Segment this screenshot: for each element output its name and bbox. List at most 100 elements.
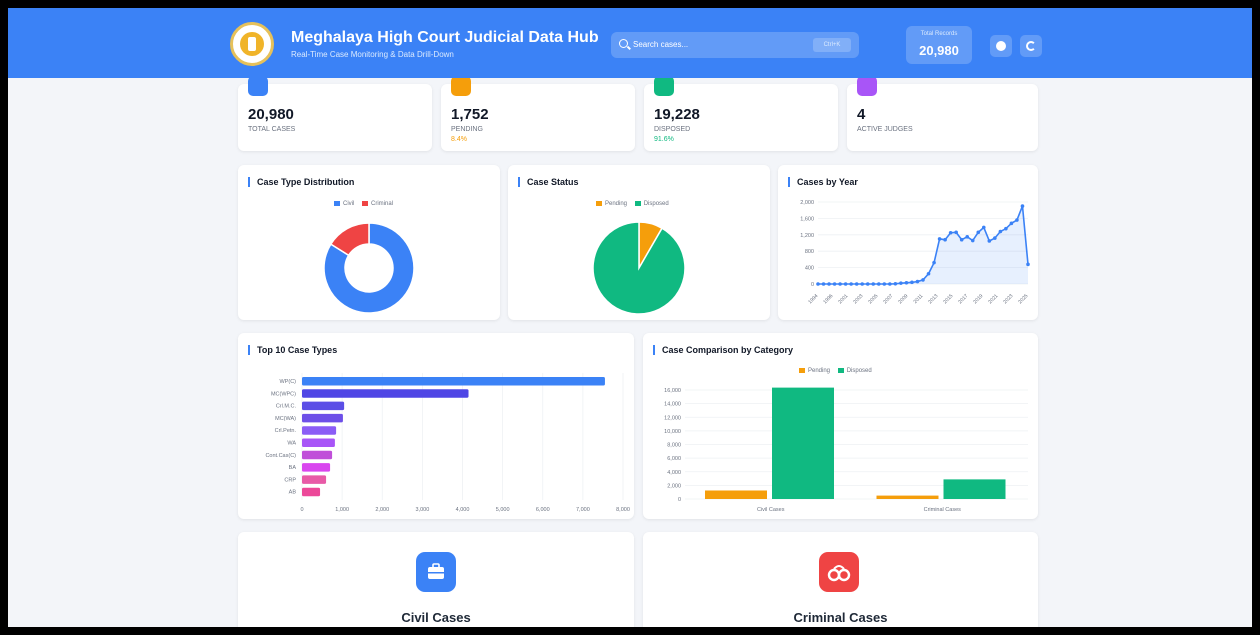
x-tick-label: 2013	[927, 293, 939, 305]
data-point[interactable]	[904, 280, 909, 285]
bar[interactable]	[943, 479, 1006, 499]
bar[interactable]	[302, 438, 335, 448]
data-point[interactable]	[959, 237, 964, 242]
data-point[interactable]	[981, 225, 986, 230]
x-tick-label: 2017	[957, 293, 969, 305]
y-tick-label: 10,000	[664, 429, 681, 435]
y-tick-label: 12,000	[664, 415, 681, 421]
y-tick-label: 2,000	[667, 483, 681, 489]
data-point[interactable]	[965, 235, 970, 239]
y-tick-label: 800	[805, 249, 814, 255]
bar[interactable]	[302, 389, 469, 398]
refresh-icon	[1026, 41, 1036, 51]
search-input[interactable]: Search cases... Ctrl+K	[611, 32, 859, 58]
civil-cases-card[interactable]: Civil Cases	[238, 532, 634, 627]
data-point[interactable]	[843, 282, 848, 286]
data-point[interactable]	[899, 281, 903, 285]
file-icon	[248, 76, 268, 96]
bar[interactable]	[876, 495, 939, 499]
x-tick-label: 4,000	[456, 507, 470, 513]
data-point[interactable]	[921, 278, 925, 282]
category-title: Civil Cases	[401, 610, 471, 625]
refresh-button[interactable]	[1020, 35, 1042, 57]
pie-slice[interactable]	[592, 221, 686, 315]
data-point[interactable]	[827, 282, 831, 286]
x-tick-label: 1996	[822, 293, 834, 305]
bar[interactable]	[302, 401, 345, 411]
data-point[interactable]	[987, 239, 992, 243]
bar[interactable]	[302, 487, 321, 497]
data-point[interactable]	[876, 282, 881, 286]
bar[interactable]	[302, 450, 333, 460]
y-tick-label: 1,600	[800, 216, 814, 222]
area-fill[interactable]	[818, 206, 1028, 284]
donut-chart[interactable]	[238, 165, 500, 320]
data-point[interactable]	[976, 230, 981, 235]
horizontal-bar-chart[interactable]: 0 1,000 2,000 3,000 4,000 5,000 6,000 7,000 8,00…	[238, 333, 634, 519]
x-tick-label: 2001	[837, 293, 849, 305]
data-point[interactable]	[871, 282, 876, 286]
gavel-icon	[857, 76, 877, 96]
data-point[interactable]	[882, 282, 887, 286]
top-case-types-card: Top 10 Case Types 0 1,000 2,000 3,000 4,000 5…	[238, 333, 634, 519]
data-point[interactable]	[888, 282, 892, 286]
line-chart[interactable]: 04008001,2001,6002,0001994 1996 2001 2003 20…	[778, 165, 1038, 320]
data-point[interactable]	[1004, 226, 1008, 231]
stat-card-total[interactable]: 20,980 TOTAL CASES	[238, 76, 432, 151]
data-point[interactable]	[1020, 204, 1025, 208]
court-emblem-logo	[230, 22, 274, 66]
bar[interactable]	[772, 387, 834, 499]
grouped-bar-chart[interactable]: 0 2,000 4,000 6,000 8,000 10,000 12,000 14,000 1…	[643, 333, 1038, 519]
data-point[interactable]	[860, 282, 865, 286]
bar[interactable]	[302, 426, 337, 435]
data-point[interactable]	[1015, 218, 1019, 222]
bar[interactable]	[302, 475, 327, 484]
stat-card-disposed[interactable]: 19,228 DISPOSED 91.6%	[644, 76, 838, 151]
y-tick-label: 6,000	[667, 456, 681, 462]
stat-value: 19,228	[654, 106, 700, 123]
pie-chart[interactable]	[508, 165, 770, 320]
stat-card-judges[interactable]: 4 ACTIVE JUDGES	[847, 76, 1038, 151]
data-point[interactable]	[926, 271, 931, 276]
total-records-badge: Total Records 20,980	[906, 26, 972, 64]
y-tick-label: 0	[678, 497, 681, 503]
data-point[interactable]	[854, 282, 859, 286]
bar[interactable]	[302, 413, 343, 423]
stat-card-pending[interactable]: 1,752 PENDING 8.4%	[441, 76, 635, 151]
stat-percent: 91.6%	[654, 136, 674, 143]
stat-label: ACTIVE JUDGES	[857, 126, 913, 133]
data-point[interactable]	[998, 229, 1003, 234]
case-status-card: Case Status Pending Disposed	[508, 165, 770, 320]
data-point[interactable]	[948, 230, 953, 235]
data-point[interactable]	[865, 282, 870, 286]
theme-toggle-button[interactable]	[990, 35, 1012, 57]
data-point[interactable]	[1026, 262, 1030, 267]
stat-label: DISPOSED	[654, 126, 691, 133]
data-point[interactable]	[838, 282, 842, 286]
criminal-cases-card[interactable]: Criminal Cases	[643, 532, 1038, 627]
y-tick-label: 16,000	[664, 388, 681, 394]
bar[interactable]	[705, 490, 767, 499]
x-tick-label: 2007	[882, 293, 894, 305]
data-point[interactable]	[1009, 221, 1014, 226]
data-point[interactable]	[849, 282, 853, 286]
data-point[interactable]	[893, 281, 898, 286]
x-tick-label: 0	[300, 507, 303, 513]
data-point[interactable]	[932, 260, 936, 265]
data-point[interactable]	[954, 230, 958, 235]
bar[interactable]	[302, 377, 605, 386]
data-point[interactable]	[821, 282, 826, 286]
data-point[interactable]	[993, 236, 997, 240]
data-point[interactable]	[943, 237, 947, 242]
stat-value: 20,980	[248, 106, 294, 123]
data-point[interactable]	[910, 280, 914, 285]
data-point[interactable]	[937, 237, 942, 241]
stat-label: PENDING	[451, 126, 483, 133]
data-point[interactable]	[915, 279, 920, 284]
data-point[interactable]	[970, 238, 975, 243]
y-tick-label: CRP	[284, 477, 296, 483]
bar[interactable]	[302, 463, 331, 472]
data-point[interactable]	[832, 282, 837, 286]
stat-value: 1,752	[451, 106, 489, 123]
data-point[interactable]	[816, 282, 820, 286]
